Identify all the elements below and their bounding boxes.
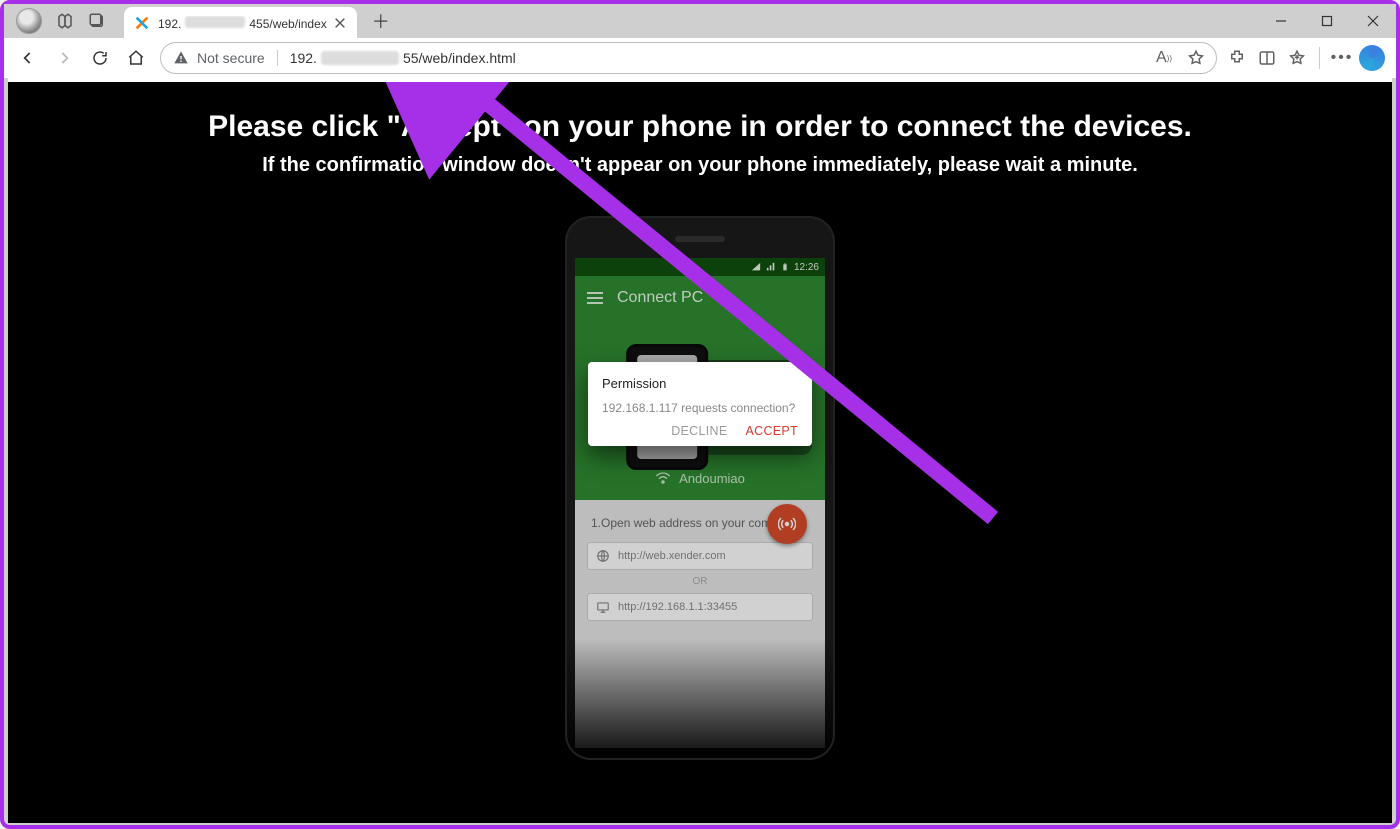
extensions-icon[interactable]	[1223, 44, 1251, 72]
page-content: Please click "Accept" on your phone in o…	[8, 82, 1392, 823]
hotspot-fab	[767, 504, 807, 544]
wifi-row: Andoumiao	[575, 464, 825, 492]
favorite-icon[interactable]	[1182, 44, 1210, 72]
globe-icon	[596, 549, 610, 563]
or-label: OR	[575, 576, 825, 587]
not-secure-label: Not secure	[197, 50, 278, 66]
hamburger-icon	[587, 292, 603, 304]
computer-icon	[596, 600, 610, 614]
split-screen-icon[interactable]	[1253, 44, 1281, 72]
xender-favicon-icon	[134, 15, 150, 31]
close-window-button[interactable]	[1350, 4, 1396, 38]
home-button[interactable]	[118, 40, 154, 76]
page-subline: If the confirmation window doesn't appea…	[8, 154, 1392, 177]
dialog-title: Permission	[602, 376, 798, 391]
annotation-border: 192.455/web/index ＋	[0, 0, 1400, 829]
window-titlebar: 192.455/web/index ＋	[4, 4, 1396, 38]
dialog-body: 192.168.1.117 requests connection?	[602, 399, 798, 418]
browser-tab[interactable]: 192.455/web/index	[124, 7, 357, 39]
web-url-row: http://web.xender.com	[587, 542, 813, 570]
status-time: 12:26	[794, 262, 819, 273]
phone-screen: 12:26 Connect PC Andoumiao	[575, 258, 825, 748]
wifi-name: Andoumiao	[679, 471, 745, 486]
accept-button[interactable]: ACCEPT	[745, 424, 798, 438]
wifi-icon	[655, 472, 671, 484]
toolbar-right-icons: •••	[1223, 44, 1390, 72]
tab-close-icon[interactable]	[333, 16, 347, 30]
workspaces-icon[interactable]	[56, 12, 74, 30]
hotspot-icon	[778, 515, 796, 533]
web-url-2: http://192.168.1.1:33455	[618, 601, 737, 613]
tab-title: 192.455/web/index	[158, 16, 327, 31]
read-aloud-icon[interactable]: A))	[1150, 44, 1178, 72]
app-header: Connect PC	[575, 276, 825, 320]
not-secure-icon	[173, 50, 189, 66]
permission-dialog: Permission 192.168.1.117 requests connec…	[588, 362, 812, 446]
separator	[1319, 47, 1320, 69]
profile-avatar[interactable]	[16, 8, 42, 34]
back-button[interactable]	[10, 40, 46, 76]
page-headline: Please click "Accept" on your phone in o…	[8, 110, 1392, 144]
signal-icon	[751, 262, 761, 272]
decline-button[interactable]: DECLINE	[671, 424, 727, 438]
dialog-actions: DECLINE ACCEPT	[602, 424, 798, 438]
minimize-button[interactable]	[1258, 4, 1304, 38]
refresh-button[interactable]	[82, 40, 118, 76]
titlebar-left-cluster	[4, 8, 106, 34]
phone-speaker	[675, 236, 725, 242]
redacted-text	[321, 51, 399, 65]
redacted-text	[185, 16, 245, 28]
battery-icon	[781, 262, 789, 272]
ip-url-row: http://192.168.1.1:33455	[587, 593, 813, 621]
window-controls	[1258, 4, 1396, 38]
android-statusbar: 12:26	[575, 258, 825, 276]
toolbar: Not secure 192.55/web/index.html A))	[4, 38, 1396, 78]
address-bar[interactable]: Not secure 192.55/web/index.html A))	[160, 42, 1217, 74]
viewport: Please click "Accept" on your phone in o…	[8, 78, 1392, 821]
phone-mockup: 12:26 Connect PC Andoumiao	[565, 216, 835, 760]
maximize-button[interactable]	[1304, 4, 1350, 38]
cell-icon	[766, 262, 776, 272]
copilot-icon[interactable]	[1358, 44, 1386, 72]
tab-actions-icon[interactable]	[88, 12, 106, 30]
web-url-1: http://web.xender.com	[618, 550, 726, 562]
settings-menu-icon[interactable]: •••	[1328, 44, 1356, 72]
url-text: 192.55/web/index.html	[290, 50, 516, 66]
forward-button	[46, 40, 82, 76]
new-tab-button[interactable]: ＋	[367, 7, 395, 35]
app-header-title: Connect PC	[617, 289, 703, 307]
collections-icon[interactable]	[1283, 44, 1311, 72]
